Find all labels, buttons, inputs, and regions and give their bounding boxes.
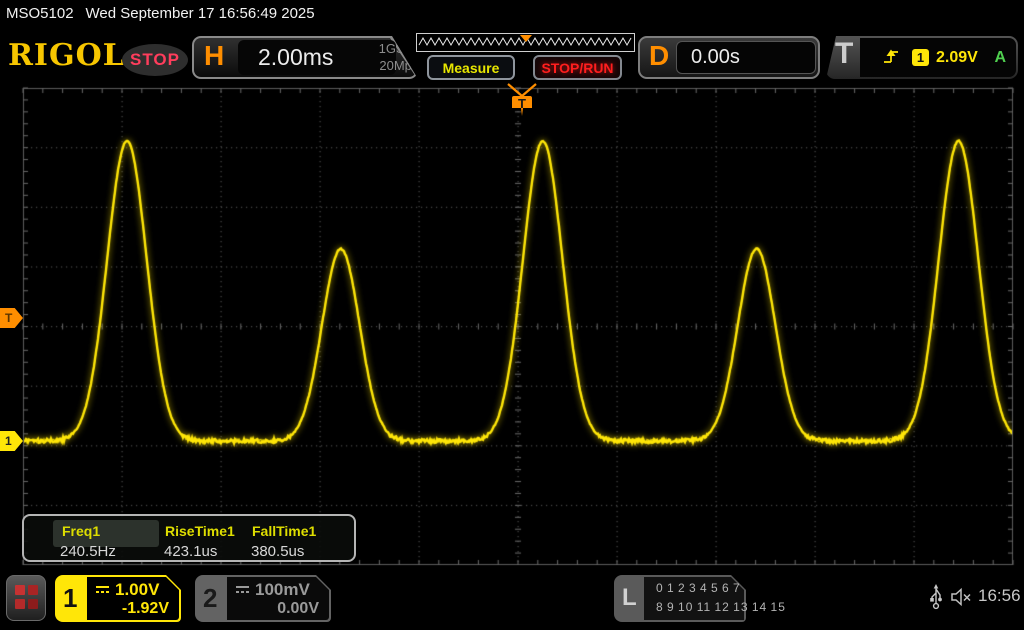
measurement-value: 240.5Hz: [60, 543, 116, 560]
logic-channels-row2: 8 9 10 11 12 13 14 15: [656, 600, 786, 614]
channel2-number: 2: [203, 583, 217, 614]
channel1-scale: 1.00V: [115, 580, 159, 600]
oscilloscope-screen: MSO5102Wed September 17 16:56:49 2025 RI…: [0, 0, 1024, 630]
svg-text:T: T: [518, 96, 526, 111]
channel2-scale: 100mV: [255, 580, 310, 600]
measurement-name: Freq1: [62, 523, 100, 539]
measurement-value: 423.1us: [164, 543, 217, 560]
measurement-name: FallTime1: [252, 523, 316, 539]
dc-coupling-icon: [95, 585, 110, 596]
dc-coupling-icon: [235, 585, 250, 596]
measurement-panel[interactable]: Freq1 240.5Hz RiseTime1 423.1us FallTime…: [22, 514, 356, 562]
channel1-offset: -1.92V: [122, 600, 169, 618]
channel1-number: 1: [63, 583, 77, 614]
channel2-offset: 0.00V: [277, 600, 319, 618]
logic-channels-row1: 0 1 2 3 4 5 6 7: [656, 581, 741, 595]
logic-label: L: [622, 584, 637, 612]
measurement-name: RiseTime1: [165, 523, 235, 539]
measurement-value: 380.5us: [251, 543, 304, 560]
trigger-position-marker[interactable]: T: [505, 82, 539, 122]
